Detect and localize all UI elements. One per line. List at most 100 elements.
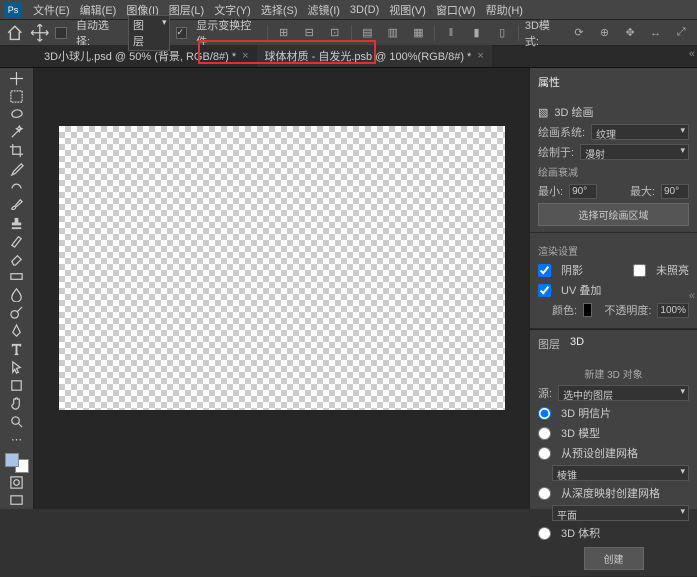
home-icon[interactable] — [6, 24, 24, 42]
properties-tab[interactable]: 属性 — [538, 74, 560, 90]
menu-item[interactable]: 视图(V) — [384, 2, 431, 18]
menu-item[interactable]: 滤镜(I) — [303, 2, 345, 18]
pen-tool-icon[interactable] — [3, 322, 31, 339]
menu-item[interactable]: 编辑(E) — [75, 2, 122, 18]
heal-tool-icon[interactable] — [3, 178, 31, 195]
depth-dropdown[interactable]: 平面 — [552, 505, 689, 521]
wand-tool-icon[interactable] — [3, 124, 31, 141]
uv-overlay-label: UV 叠加 — [561, 282, 601, 298]
3d-tab[interactable]: 3D — [570, 336, 584, 352]
distribute-icon[interactable]: ▮ — [467, 24, 487, 42]
min-input[interactable]: 90° — [569, 184, 597, 199]
fg-color-swatch[interactable] — [5, 453, 19, 467]
preset-dropdown[interactable]: 棱锥 — [552, 465, 689, 481]
panel-tabs: 图层 3D — [530, 329, 697, 356]
color-swatches[interactable] — [5, 453, 29, 473]
zoom-tool-icon[interactable] — [3, 413, 31, 430]
type-tool-icon[interactable] — [3, 340, 31, 357]
menu-item[interactable]: 窗口(W) — [431, 2, 481, 18]
align-icon[interactable]: ▤ — [358, 24, 378, 42]
menu-item[interactable]: 帮助(H) — [481, 2, 528, 18]
preset-radio[interactable] — [538, 447, 551, 460]
auto-select-checkbox[interactable] — [55, 27, 67, 39]
source-dropdown[interactable]: 选中的图层 — [558, 385, 689, 401]
shape-tool-icon[interactable] — [3, 377, 31, 394]
3d-mode-icon[interactable]: ↔ — [646, 24, 666, 42]
uv-overlay-checkbox[interactable] — [538, 284, 551, 297]
opacity-input[interactable]: 100% — [657, 303, 689, 318]
color-chip[interactable] — [583, 303, 592, 317]
menu-item[interactable]: 文件(E) — [28, 2, 75, 18]
menu-item[interactable]: 选择(S) — [256, 2, 303, 18]
color-label: 颜色: — [552, 302, 577, 318]
screenmode-icon[interactable] — [3, 492, 31, 509]
tab-close-icon[interactable]: × — [477, 50, 483, 62]
3d-mode-icon[interactable]: ⊕ — [595, 24, 615, 42]
opacity-label: 不透明度: — [604, 302, 651, 318]
3d-mode-icon[interactable]: ✥ — [620, 24, 640, 42]
align-icon[interactable]: ▥ — [383, 24, 403, 42]
postcard-label: 3D 明信片 — [561, 405, 611, 421]
blur-tool-icon[interactable] — [3, 286, 31, 303]
path-select-icon[interactable] — [3, 359, 31, 376]
postcard-radio[interactable] — [538, 407, 551, 420]
model-radio[interactable] — [538, 427, 551, 440]
show-transform-checkbox[interactable] — [176, 27, 188, 39]
crop-tool-icon[interactable] — [3, 142, 31, 159]
auto-select-dropdown[interactable]: 图层 — [128, 15, 170, 51]
brush-icon: ▧ — [538, 106, 548, 119]
menu-item[interactable]: 图层(L) — [164, 2, 209, 18]
distribute-icon[interactable]: ‖ — [441, 24, 461, 42]
3d-mode-icon[interactable]: ⤢ — [671, 24, 691, 42]
eyedropper-tool-icon[interactable] — [3, 160, 31, 177]
paint-system-dropdown[interactable]: 纹理 — [591, 124, 689, 140]
render-label: 渲染设置 — [538, 243, 689, 258]
separator — [351, 25, 352, 41]
brush-tool-icon[interactable] — [3, 196, 31, 213]
max-input[interactable]: 90° — [661, 184, 689, 199]
document-canvas[interactable] — [59, 126, 505, 410]
hand-tool-icon[interactable] — [3, 395, 31, 412]
paint-to-dropdown[interactable]: 漫射 — [580, 144, 689, 160]
select-area-button[interactable]: 选择可绘画区域 — [538, 203, 689, 226]
shadow-checkbox[interactable] — [538, 264, 551, 277]
more-tools-icon[interactable]: ⋯ — [3, 431, 31, 448]
dodge-tool-icon[interactable] — [3, 304, 31, 321]
max-label: 最大: — [630, 183, 655, 199]
align-icon[interactable]: ⊟ — [299, 24, 319, 42]
align-icon[interactable]: ▦ — [409, 24, 429, 42]
panel-collapse-icon[interactable]: « — [689, 290, 695, 302]
stamp-tool-icon[interactable] — [3, 214, 31, 231]
menu-item[interactable]: 文字(Y) — [209, 2, 256, 18]
right-panel: 属性 ▧3D 绘画 绘画系统:纹理 绘制于:漫射 绘画衰减 最小:90° 最大:… — [529, 68, 697, 509]
align-icon[interactable]: ⊞ — [274, 24, 294, 42]
gradient-tool-icon[interactable] — [3, 268, 31, 285]
app-logo-icon: Ps — [4, 2, 22, 18]
depth-radio[interactable] — [538, 487, 551, 500]
align-icon[interactable]: ⊡ — [325, 24, 345, 42]
volume-radio[interactable] — [538, 527, 551, 540]
tab-close-icon[interactable]: × — [242, 50, 248, 62]
fade-label: 绘画衰减 — [538, 164, 689, 179]
panel-collapse-icon[interactable]: « — [689, 48, 695, 60]
move-tool-icon[interactable] — [30, 24, 50, 42]
canvas-area[interactable] — [34, 68, 529, 509]
document-tab[interactable]: 球体材质 - 自发光.psb @ 100%(RGB/8#) *× — [257, 45, 492, 67]
create-button[interactable]: 创建 — [584, 547, 644, 570]
3d-mode-icon[interactable]: ⟳ — [569, 24, 589, 42]
eraser-tool-icon[interactable] — [3, 250, 31, 267]
marquee-tool-icon[interactable] — [3, 88, 31, 105]
lasso-tool-icon[interactable] — [3, 106, 31, 123]
distribute-icon[interactable]: ▯ — [492, 24, 512, 42]
quickmask-icon[interactable] — [3, 474, 31, 491]
menu-item[interactable]: 3D(D) — [345, 4, 384, 16]
shadow-label: 阴影 — [561, 262, 583, 278]
document-tab-bar: 3D小球儿.psd @ 50% (背景, RGB/8#) *× 球体材质 - 自… — [0, 46, 697, 68]
history-brush-icon[interactable] — [3, 232, 31, 249]
move-tool-icon[interactable] — [3, 70, 31, 87]
min-label: 最小: — [538, 183, 563, 199]
unlit-checkbox[interactable] — [633, 264, 646, 277]
depth-label: 从深度映射创建网格 — [561, 485, 660, 501]
layers-tab[interactable]: 图层 — [538, 336, 560, 352]
unlit-label: 未照亮 — [656, 262, 689, 278]
